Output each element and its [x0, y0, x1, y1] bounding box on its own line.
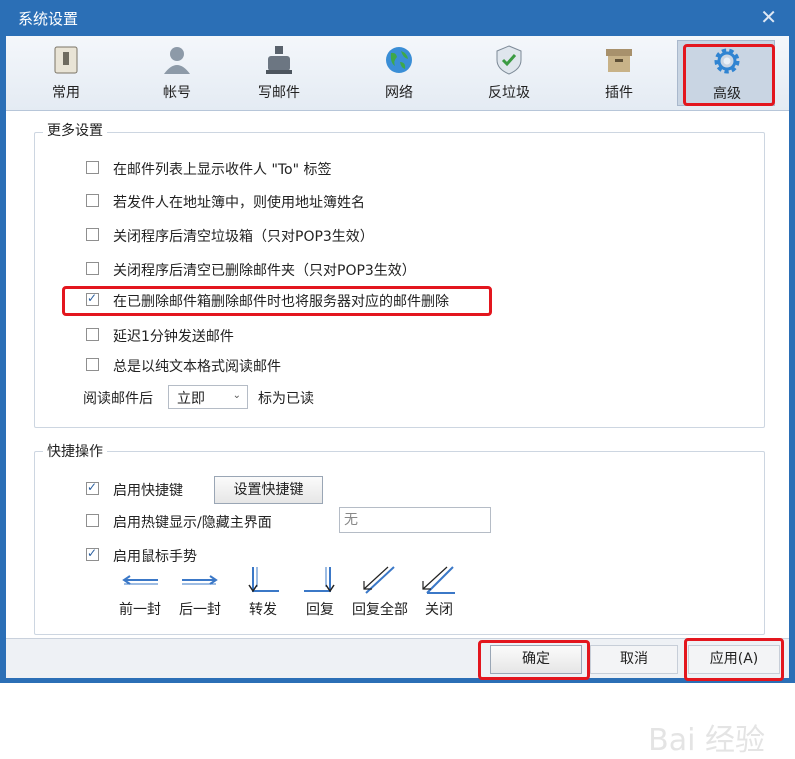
- checkbox[interactable]: [86, 514, 99, 527]
- gesture-close: 关闭: [411, 563, 467, 619]
- checkbox[interactable]: [86, 161, 99, 174]
- tab-label: 网络: [385, 85, 413, 101]
- option-label: 延迟1分钟发送邮件: [113, 329, 234, 345]
- down-right-gesture-icon: [248, 567, 279, 593]
- diagonal-down-left-icon: [363, 566, 395, 594]
- gesture-label: 后一封: [179, 602, 221, 618]
- ok-button[interactable]: 确定: [490, 645, 582, 674]
- option-label: 启用热键显示/隐藏主界面: [113, 515, 272, 531]
- option-label: 关闭程序后清空垃圾箱（只对POP3生效）: [113, 229, 374, 245]
- tab-plugins[interactable]: 插件: [571, 40, 667, 106]
- title-bar: 系统设置 ✕: [0, 0, 795, 36]
- option-label: 在邮件列表上显示收件人 "To" 标签: [113, 162, 332, 178]
- down-left-gesture-icon: [304, 567, 335, 593]
- cancel-button[interactable]: 取消: [590, 645, 678, 674]
- option-label: 总是以纯文本格式阅读邮件: [113, 359, 281, 375]
- gesture-label: 前一封: [119, 602, 161, 618]
- hotkey-input[interactable]: 无: [339, 507, 491, 533]
- globe-icon: [386, 47, 412, 73]
- settings-toolbar: 常用 帐号 写邮件 网络 反垃圾 插件 高级: [6, 36, 789, 111]
- option-label: 若发件人在地址簿中，则使用地址簿姓名: [113, 195, 365, 211]
- option-label: 关闭程序后清空已删除邮件夹（只对POP3生效）: [113, 263, 416, 279]
- tab-label: 插件: [605, 85, 633, 101]
- gesture-previous: 前一封: [112, 563, 168, 619]
- gesture-label: 关闭: [425, 602, 453, 618]
- gesture-label: 回复: [306, 602, 334, 618]
- tab-account[interactable]: 帐号: [129, 40, 225, 106]
- gesture-reply-all: 回复全部: [352, 563, 408, 619]
- window-title: 系统设置: [18, 10, 79, 28]
- tab-label: 高级: [713, 86, 741, 102]
- tab-label: 常用: [52, 85, 80, 101]
- option-label: 在已删除邮件箱删除邮件时也将服务器对应的邮件删除: [113, 294, 449, 310]
- checkbox[interactable]: [86, 546, 99, 561]
- checkbox[interactable]: [86, 262, 99, 275]
- tab-antispam[interactable]: 反垃圾: [461, 40, 557, 106]
- diagonal-close-icon: [422, 566, 455, 594]
- tab-advanced[interactable]: 高级: [677, 40, 775, 106]
- after-read-select[interactable]: 立即 ⌄: [168, 385, 248, 409]
- tab-label: 帐号: [163, 85, 191, 101]
- set-hotkeys-button[interactable]: 设置快捷键: [214, 476, 323, 504]
- checkbox[interactable]: [86, 194, 99, 207]
- close-icon[interactable]: ✕: [760, 5, 777, 29]
- checkbox[interactable]: [86, 480, 99, 495]
- arrow-right-icon: [182, 575, 218, 585]
- tab-label: 反垃圾: [488, 85, 530, 101]
- inkwell-icon: [266, 46, 292, 74]
- box-icon: [606, 49, 632, 72]
- settings-content: 更多设置 在邮件列表上显示收件人 "To" 标签 若发件人在地址簿中，则使用地址…: [6, 111, 789, 758]
- checkbox[interactable]: [86, 328, 99, 341]
- arrow-left-icon: [122, 575, 158, 585]
- gesture-next: 后一封: [172, 563, 228, 619]
- dialog-footer: 确定 取消 应用(A): [6, 638, 789, 678]
- gesture-reply: 回复: [292, 563, 348, 619]
- apply-button[interactable]: 应用(A): [688, 645, 780, 674]
- checkbox[interactable]: [86, 228, 99, 241]
- after-read-prefix: 阅读邮件后: [83, 391, 153, 407]
- more-settings-title: 更多设置: [43, 120, 107, 140]
- checkbox[interactable]: [86, 291, 99, 306]
- user-icon: [164, 47, 190, 74]
- tab-compose[interactable]: 写邮件: [231, 40, 327, 106]
- option-label: 启用快捷键: [113, 483, 183, 499]
- phone-icon: [54, 46, 78, 74]
- select-value: 立即: [177, 391, 205, 407]
- checkbox[interactable]: [86, 358, 99, 371]
- tab-general[interactable]: 常用: [18, 40, 114, 106]
- tab-label: 写邮件: [258, 85, 300, 101]
- watermark: Bai 经验: [648, 723, 765, 758]
- gesture-label: 转发: [249, 602, 277, 618]
- gesture-forward: 转发: [235, 563, 291, 619]
- shield-icon: [496, 45, 522, 75]
- after-read-suffix: 标为已读: [258, 391, 314, 407]
- gesture-label: 回复全部: [352, 602, 408, 618]
- chevron-down-icon: ⌄: [232, 390, 241, 401]
- shortcuts-title: 快捷操作: [43, 441, 107, 461]
- gear-icon: [714, 48, 740, 74]
- tab-network[interactable]: 网络: [351, 40, 447, 106]
- settings-window: 系统设置 ✕ 常用 帐号 写邮件 网络 反垃圾 插件 高级 更多设置 在邮件列表…: [0, 0, 795, 758]
